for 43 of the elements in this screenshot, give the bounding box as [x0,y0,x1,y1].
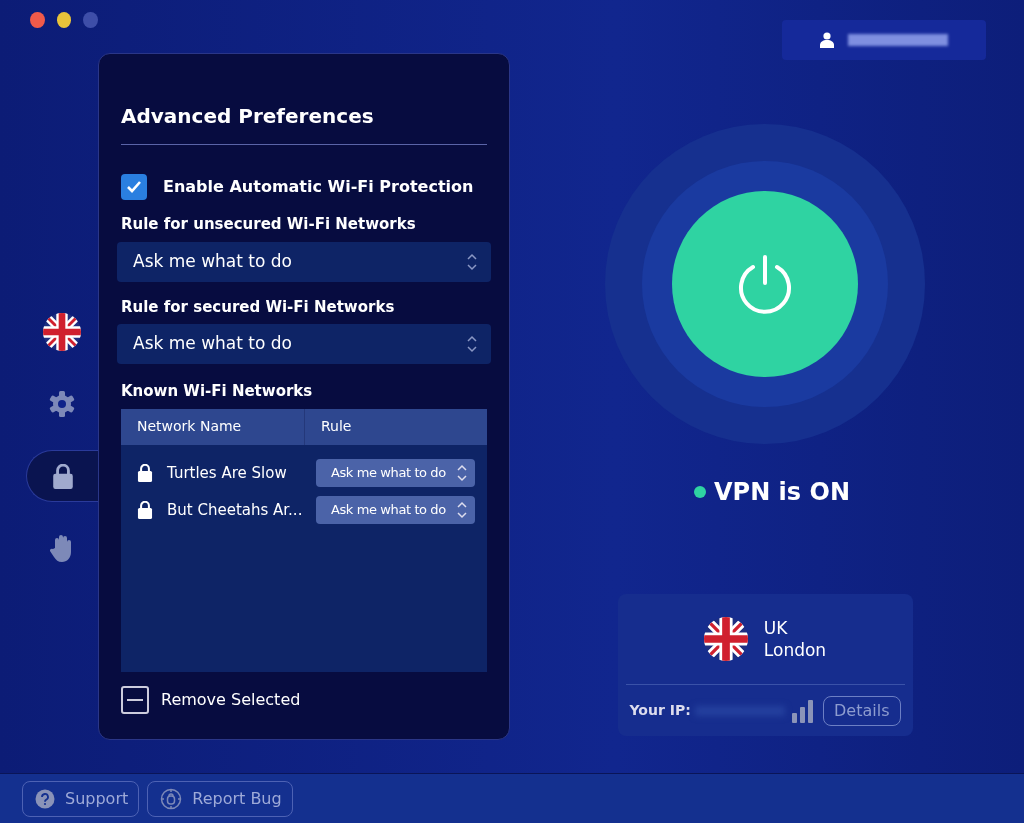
network-name: Turtles Are Slow [167,462,287,484]
country-name: UK [763,617,789,639]
checkmark-icon [126,180,142,194]
minimize-window-button[interactable] [56,12,72,28]
report-bug-button[interactable]: Report Bug [147,780,293,817]
user-account-bar[interactable] [782,20,986,60]
chevron-icon [467,251,477,272]
section-label: Known Wi-Fi Networks [121,381,314,402]
bug-icon [160,787,183,810]
lock-icon [137,464,153,482]
user-icon [820,32,834,48]
chevron-icon [457,500,467,520]
settings-icon [48,390,76,418]
field-label: Rule for unsecured Wi-Fi Networks [121,214,417,235]
minus-icon [121,685,149,714]
chevron-icon [467,334,477,354]
lock-icon [137,501,153,519]
uk-flag-icon [43,313,81,351]
lock-icon [51,463,74,489]
ip-label: Your IP: [629,701,691,720]
support-button[interactable]: Support [22,780,140,817]
help-icon [35,788,55,809]
rule-dropdown[interactable]: Ask me what to do [316,459,475,487]
checkbox-label: Enable Automatic Wi-Fi Protection [163,176,474,198]
rule-dropdown[interactable]: Ask me what to do [316,496,475,524]
chevron-icon [457,463,467,483]
column-header: Rule [320,417,352,436]
panel-title: Advanced Preferences [121,104,375,128]
vpn-status: VPN is ON [714,477,850,508]
details-button[interactable]: Details [823,695,901,726]
city-name: London [763,639,827,661]
signal-strength-icon [791,698,816,723]
uk-flag-icon [703,617,748,661]
remove-selected-button[interactable]: Remove Selected [121,685,487,714]
sidebar-tab[interactable] [26,450,98,502]
hand-icon [50,534,74,562]
network-name: But Cheetahs Ar... [167,499,303,521]
close-window-button[interactable] [30,12,45,28]
rule-dropdown[interactable]: Ask me what to do [117,324,491,364]
column-header: Network Name [121,408,305,445]
field-label: Rule for secured Wi-Fi Networks [121,296,396,318]
rule-dropdown[interactable]: Ask me what to do [117,241,491,282]
checkbox[interactable] [121,174,147,200]
